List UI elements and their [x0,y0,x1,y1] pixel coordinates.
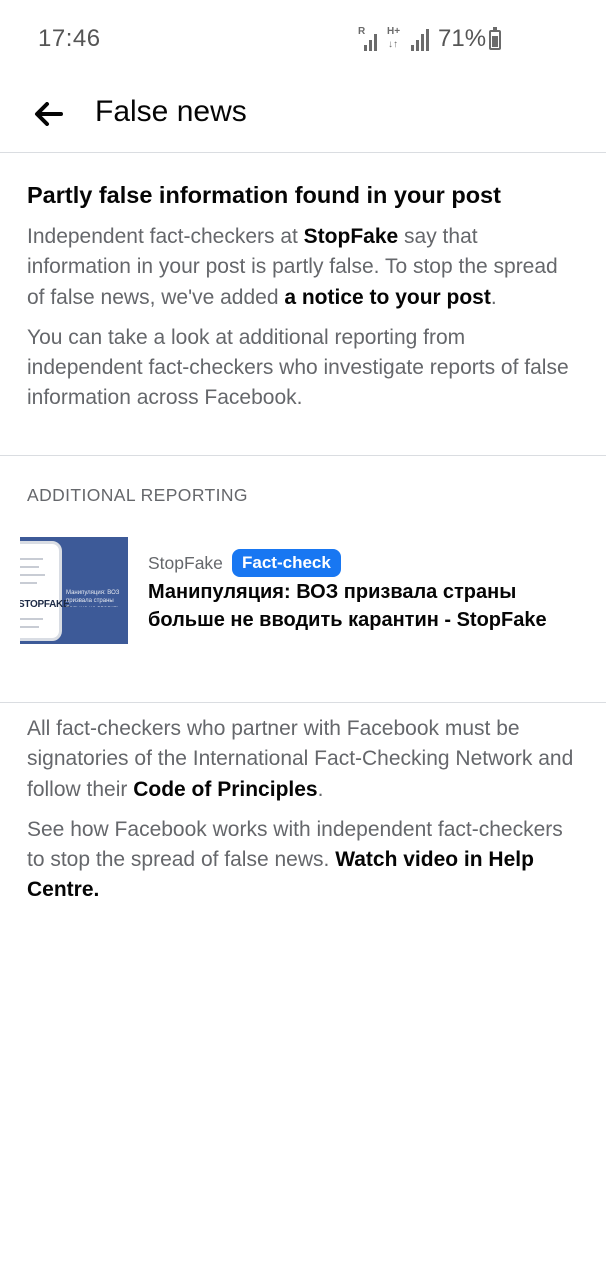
phone-image [20,541,62,641]
notice-heading: Partly false information found in your p… [27,182,501,208]
signal-icon-2: H+ ↓↑ [387,26,431,51]
back-button[interactable] [26,92,70,136]
battery-percent: 71% [438,25,487,52]
status-bar: 17:46 R H+ ↓↑ 71% [0,0,606,80]
network-type-label: H+ [387,26,401,37]
notice-link[interactable]: a notice to your post [284,286,491,309]
thumbnail-logo: STOPFAKE [20,599,70,610]
notice-paragraph-1: Independent fact-checkers at StopFake sa… [27,222,575,313]
footer-section: All fact-checkers who partner with Faceb… [27,714,575,906]
data-arrows-icon: ↓↑ [388,39,398,50]
notice-section: Partly false information found in your p… [27,180,575,414]
thumbnail-caption: Манипуляция: ВОЗ призвала страны больше … [66,589,126,607]
fact-check-badge: Fact-check [232,549,341,577]
divider [0,702,606,703]
footer-text: . [317,777,324,801]
notice-paragraph-2: You can take a look at additional report… [27,325,569,410]
footer-paragraph-1: All fact-checkers who partner with Faceb… [27,714,575,805]
battery-icon [489,27,501,50]
article-source: StopFake [148,553,223,573]
code-of-principles-link[interactable]: Code of Principles [133,778,317,801]
signal-icon-1: R [358,26,380,51]
arrow-left-icon [35,102,63,126]
app-header: False news [0,80,606,153]
article-title: Манипуляция: ВОЗ призвала страны больше … [148,581,547,631]
status-time: 17:46 [38,25,101,52]
article-card[interactable]: STOPFAKE Манипуляция: ВОЗ призвала стран… [20,537,586,645]
notice-text: . [490,285,497,309]
notice-text: Independent fact-checkers at [27,225,304,248]
footer-paragraph-2: See how Facebook works with independent … [27,815,575,906]
page-title: False news [95,95,247,128]
section-caption: ADDITIONAL REPORTING [27,485,248,505]
network-type-label: R [358,26,366,37]
fact-checker-name: StopFake [303,225,399,248]
article-thumbnail: STOPFAKE Манипуляция: ВОЗ призвала стран… [20,537,128,644]
divider [0,455,606,456]
thumbnail-caption-text: Манипуляция: ВОЗ призвала страны больше … [66,590,120,607]
